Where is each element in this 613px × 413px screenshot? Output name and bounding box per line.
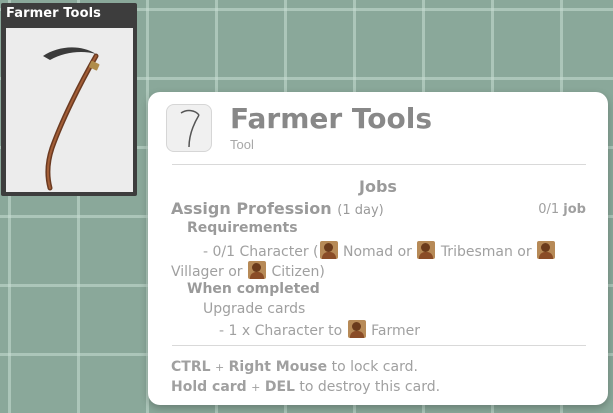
- requirement-suffix: ): [319, 264, 325, 280]
- hint-destroy-card: Hold card + DEL to destroy this card.: [171, 379, 440, 395]
- requirement-prefix: - 0/1 Character (: [203, 244, 319, 260]
- completion-detail-target: Farmer: [371, 323, 420, 339]
- divider: [172, 164, 586, 165]
- tooltip-icon-frame: [166, 104, 212, 152]
- card-tooltip: Farmer Tools Tool Jobs Assign Profession…: [148, 92, 608, 405]
- job-count-value: 0/1: [538, 202, 560, 217]
- hint-key-del: DEL: [264, 379, 295, 395]
- hint-key-right-mouse: Right Mouse: [228, 359, 328, 375]
- farmer-portrait-icon: [347, 320, 366, 338]
- requirement-tribesman: Tribesman: [440, 244, 513, 260]
- requirement-citizen: Citizen: [271, 264, 320, 280]
- requirement-nomad: Nomad: [342, 244, 394, 260]
- tribesman-portrait-icon: [417, 241, 436, 259]
- card-title: Farmer Tools: [6, 6, 101, 21]
- requirements-line-2: Villager or Citizen): [171, 261, 325, 280]
- hint-plus: +: [214, 361, 225, 374]
- citizen-portrait-icon: [248, 261, 267, 279]
- requirement-or: or: [397, 244, 412, 260]
- divider: [172, 345, 586, 346]
- hint-destroy-text: to destroy this card.: [299, 379, 441, 395]
- tooltip-subtitle: Tool: [230, 137, 254, 152]
- hint-plus: +: [251, 381, 261, 394]
- requirement-villager: Villager: [171, 264, 224, 280]
- job-name: Assign Profession (1 day): [171, 199, 384, 218]
- jobs-heading: Jobs: [359, 177, 397, 196]
- completion-detail: - 1 x Character to Farmer: [219, 320, 420, 339]
- job-count-unit: job: [563, 202, 586, 217]
- tooltip-title: Farmer Tools: [230, 102, 433, 135]
- hint-lock-card: CTRL + Right Mouse to lock card.: [171, 359, 418, 375]
- requirement-or: or: [517, 244, 532, 260]
- requirements-label: Requirements: [187, 220, 298, 236]
- completion-action: Upgrade cards: [203, 301, 306, 317]
- nomad-portrait-icon: [319, 241, 338, 259]
- requirements-line-1: - 0/1 Character ( Nomad or Tribesman or: [203, 241, 556, 260]
- requirement-or: or: [228, 264, 243, 280]
- job-duration: (1 day): [337, 203, 384, 218]
- hint-lock-text: to lock card.: [331, 359, 418, 375]
- completion-label: When completed: [187, 281, 320, 297]
- completion-detail-prefix: - 1 x Character to: [219, 323, 343, 339]
- farmer-tools-card[interactable]: Farmer Tools: [1, 3, 137, 196]
- scythe-icon: [180, 109, 200, 148]
- job-title: Assign Profession: [171, 199, 332, 218]
- hint-key-ctrl: CTRL: [171, 359, 211, 375]
- hint-key-hold-card: Hold card: [171, 379, 247, 395]
- card-art: [6, 28, 133, 192]
- job-count: 0/1 job: [538, 202, 586, 217]
- villager-portrait-icon: [537, 241, 556, 259]
- scythe-icon: [43, 47, 100, 191]
